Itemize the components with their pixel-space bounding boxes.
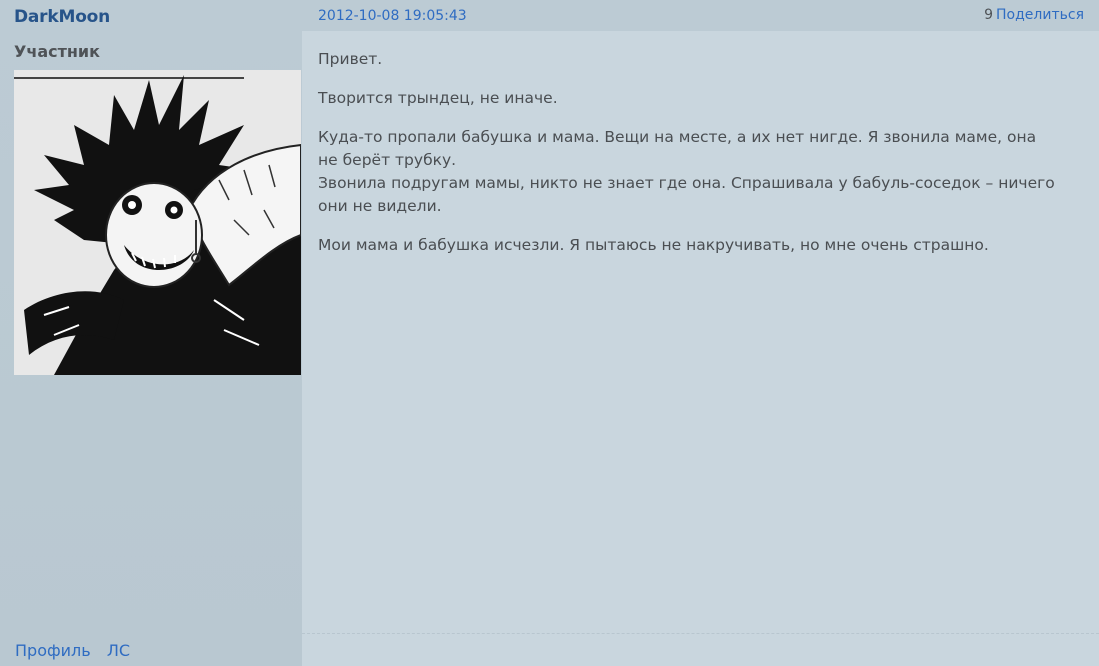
- post-header: 2012-10-08 19:05:43 9 Поделиться: [302, 0, 1099, 31]
- post-body: Привет. Творится трындец, не иначе. Куда…: [302, 31, 1099, 633]
- author-rank: Участник: [14, 42, 100, 61]
- avatar-image: [14, 70, 301, 375]
- post-paragraph: Творится трындец, не иначе.: [318, 89, 558, 107]
- share-link[interactable]: Поделиться: [996, 7, 1084, 23]
- post-timestamp[interactable]: 2012-10-08 19:05:43: [318, 8, 467, 24]
- author-sidebar: DarkMoon Участник Профиль ЛС: [0, 0, 302, 666]
- author-links: Профиль ЛС: [15, 641, 141, 660]
- profile-link[interactable]: Профиль: [15, 641, 91, 660]
- post-paragraph: Привет.: [318, 50, 383, 68]
- forum-post: DarkMoon Участник Профиль ЛС 2012-10-08 …: [0, 0, 1099, 666]
- post-number: 9: [984, 7, 993, 23]
- post-paragraph: Звонила подругам мамы, никто не знает гд…: [318, 174, 1055, 215]
- post-paragraph: Мои мама и бабушка исчезли. Я пытаюсь не…: [318, 236, 989, 254]
- post-footer: [302, 633, 1099, 666]
- author-name-link[interactable]: DarkMoon: [14, 7, 110, 27]
- private-message-link[interactable]: ЛС: [107, 641, 130, 660]
- post-paragraph: Куда-то пропали бабушка и мама. Вещи на …: [318, 128, 1037, 169]
- author-avatar: [14, 70, 301, 375]
- post-content: Привет. Творится трындец, не иначе. Куда…: [318, 48, 1058, 273]
